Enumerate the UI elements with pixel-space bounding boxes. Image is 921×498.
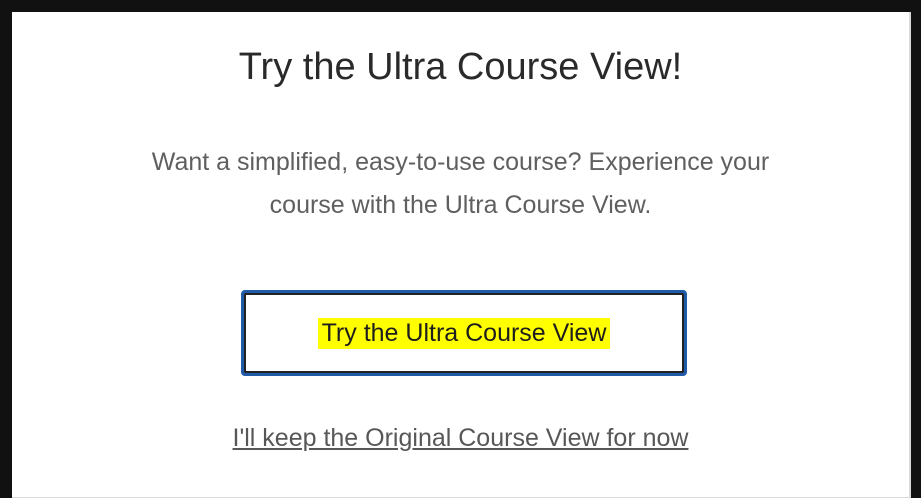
ultra-preview-dialog: Try the Ultra Course View! Want a simpli… — [12, 12, 911, 498]
keep-original-course-view-label: I'll keep the Original Course View for n… — [232, 424, 689, 452]
description-line-1: Want a simplified, easy-to-use course? E… — [151, 148, 770, 176]
dialog-description: Want a simplified, easy-to-use course? E… — [12, 141, 909, 227]
description-line-2: course with the Ultra Course View. — [269, 191, 652, 219]
try-ultra-course-view-button[interactable]: Try the Ultra Course View — [241, 290, 687, 376]
keep-original-course-view-link[interactable]: I'll keep the Original Course View for n… — [12, 420, 909, 456]
dialog-title: Try the Ultra Course View! — [238, 46, 683, 88]
try-ultra-course-view-label: Try the Ultra Course View — [317, 317, 611, 349]
